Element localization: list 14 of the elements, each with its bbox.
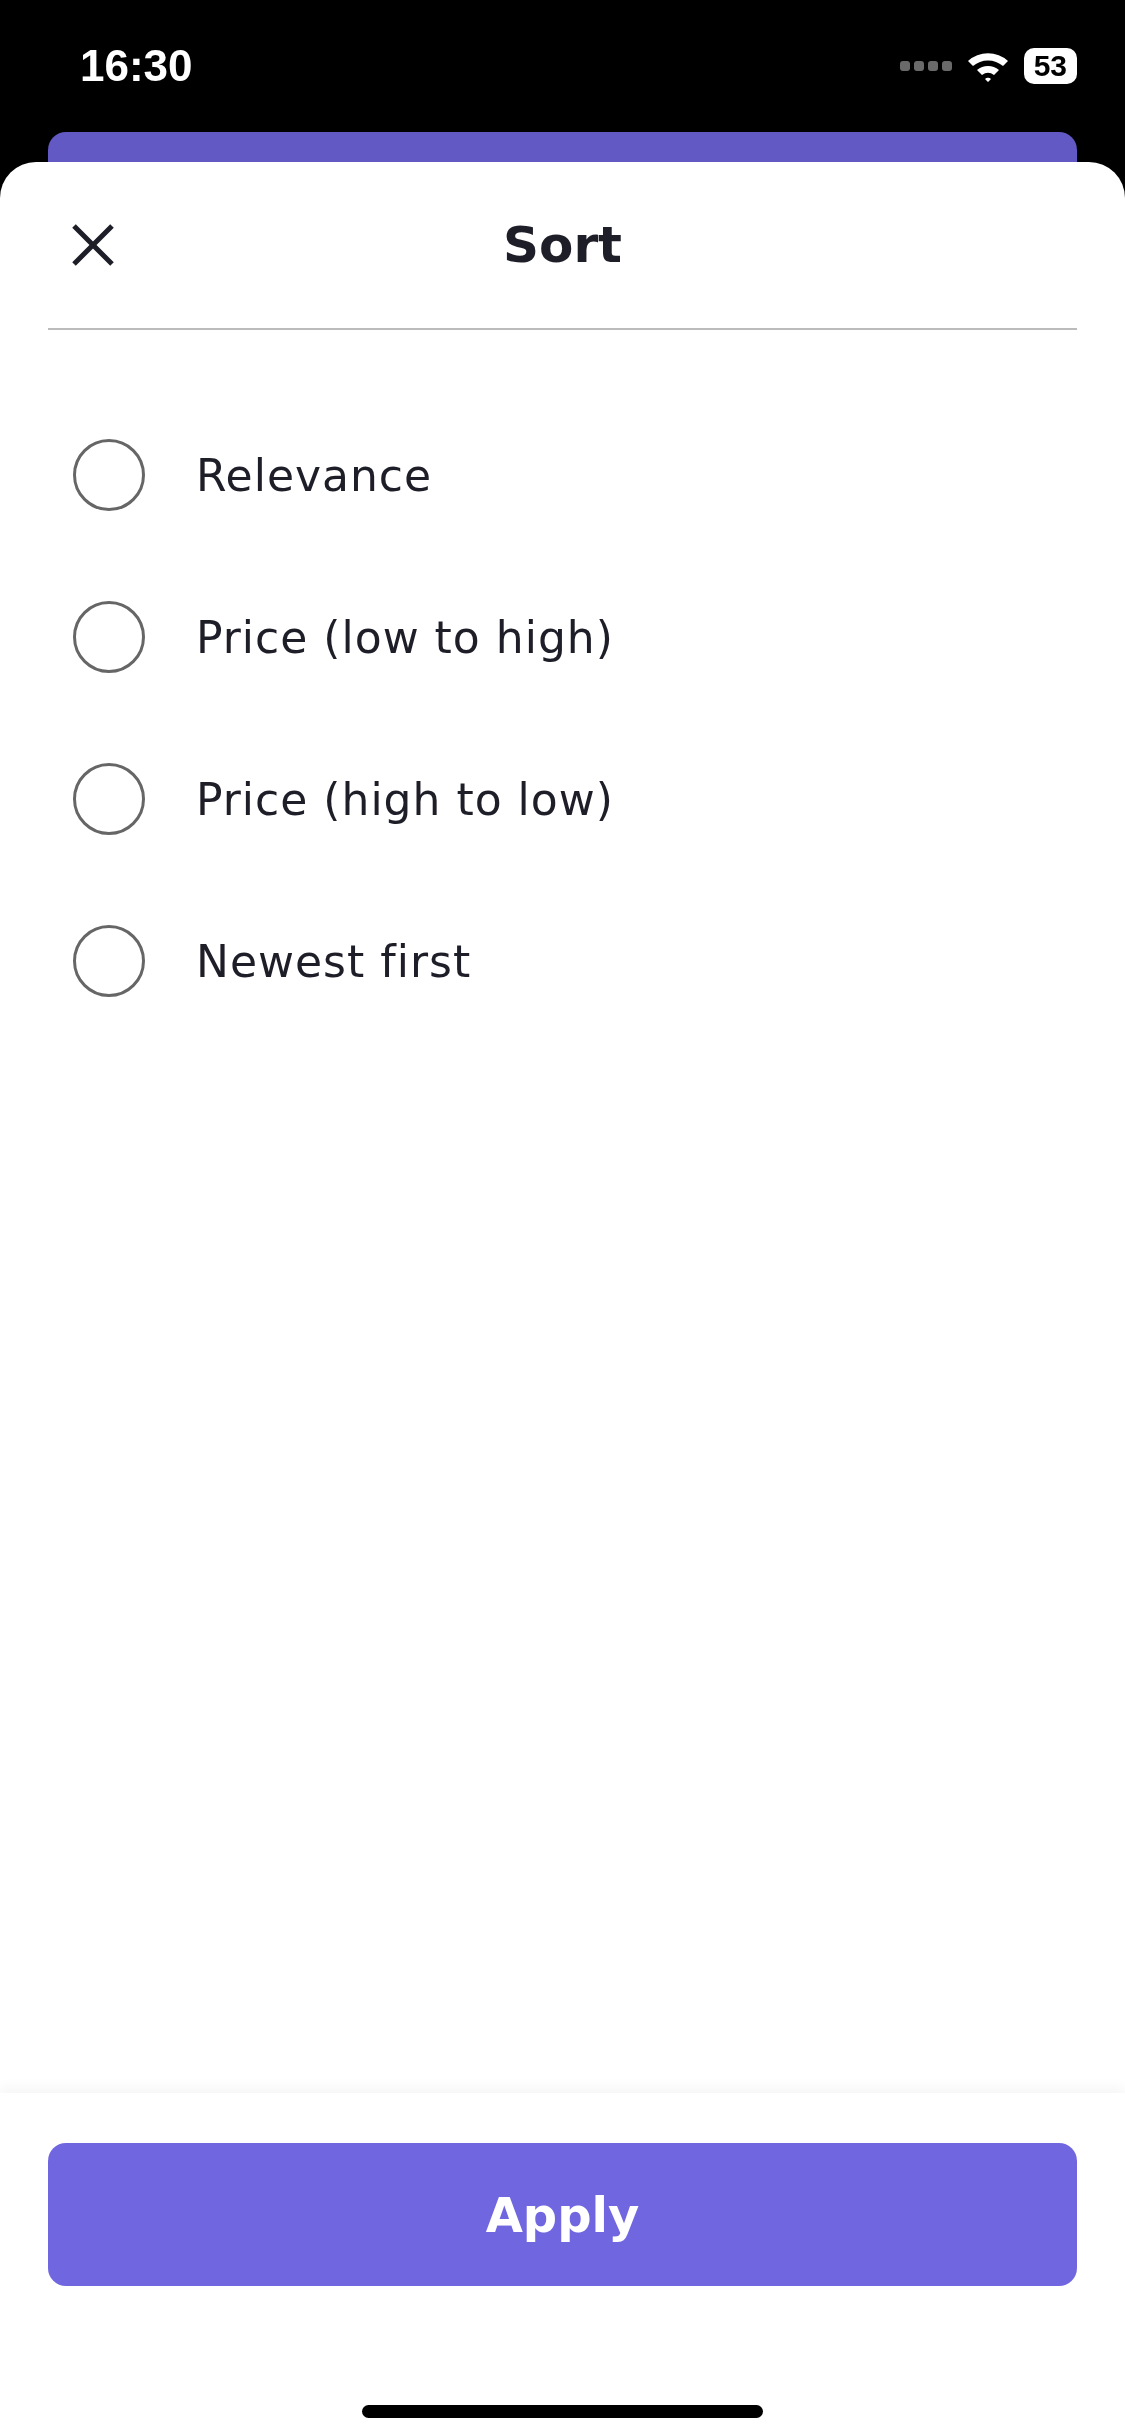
option-label[interactable]: Newest first — [196, 935, 472, 987]
radio-button[interactable] — [73, 763, 145, 835]
radio-button[interactable] — [73, 439, 145, 511]
battery-level: 53 — [1023, 48, 1077, 84]
close-icon[interactable] — [70, 222, 116, 268]
sheet-title: Sort — [503, 216, 622, 274]
radio-button[interactable] — [73, 925, 145, 997]
status-time: 16:30 — [80, 41, 193, 91]
apply-button[interactable]: Apply — [48, 2143, 1077, 2286]
option-label[interactable]: Price (low to high) — [196, 611, 614, 663]
signal-icon — [899, 59, 952, 73]
radio-button[interactable] — [73, 601, 145, 673]
option-label[interactable]: Price (high to low) — [196, 773, 614, 825]
option-label[interactable]: Relevance — [196, 449, 433, 501]
